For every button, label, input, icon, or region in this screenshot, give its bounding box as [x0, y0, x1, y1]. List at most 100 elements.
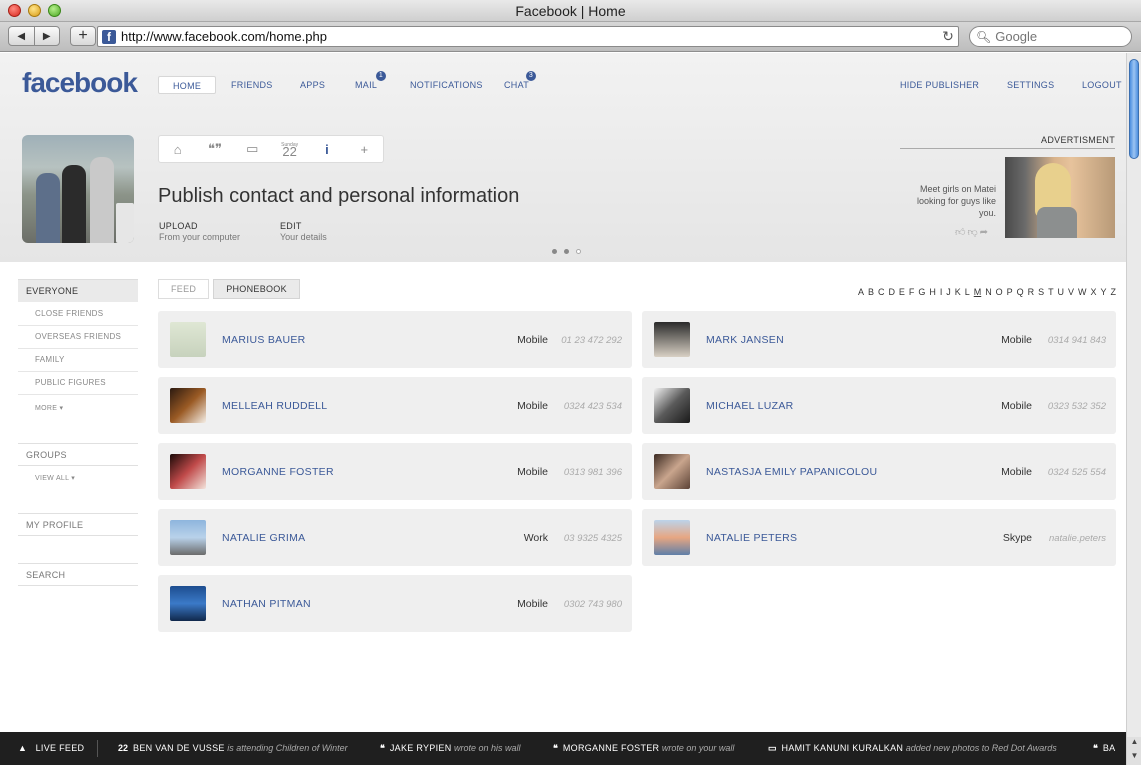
alphabet-letter[interactable]: W [1078, 287, 1087, 297]
groups-view-all-link[interactable]: VIEW ALL ▾ [18, 474, 138, 482]
sidebar-item-groups[interactable]: GROUPS [18, 443, 138, 466]
settings-link[interactable]: SETTINGS [1007, 80, 1054, 90]
alphabet-letter[interactable]: S [1038, 287, 1044, 297]
sidebar-more-link[interactable]: MORE ▾ [18, 404, 138, 412]
photo-icon[interactable]: ▭ [234, 136, 271, 162]
contact-card[interactable]: MICHAEL LUZAR Mobile 0323 532 352 [642, 377, 1116, 434]
ad-feedback-icons[interactable]: 👍︎👎︎➦ [955, 226, 990, 238]
live-feed-item[interactable]: 22 BEN VAN DE VUSSE is attending Children… [118, 743, 348, 753]
alphabet-letter[interactable]: V [1068, 287, 1074, 297]
scroll-up-arrow-icon[interactable]: ▲ [1127, 737, 1141, 751]
nav-friends[interactable]: FRIENDS [231, 76, 273, 94]
pager-dot[interactable] [564, 249, 569, 254]
contact-card[interactable]: NATHAN PITMAN Mobile 0302 743 980 [158, 575, 632, 632]
sidebar-item-close-friends[interactable]: CLOSE FRIENDS [18, 303, 138, 326]
alphabet-letter[interactable]: J [946, 287, 951, 297]
contact-name[interactable]: NATALIE GRIMA [222, 532, 305, 544]
alphabet-letter[interactable]: K [955, 287, 961, 297]
contact-name[interactable]: MORGANNE FOSTER [222, 466, 334, 478]
calendar-icon[interactable]: Sunday 22 [271, 136, 308, 162]
url-text[interactable]: http://www.facebook.com/home.php [121, 29, 938, 44]
plus-icon[interactable]: + [346, 136, 383, 162]
alphabet-letter[interactable]: M [974, 287, 982, 297]
live-feed-item[interactable]: ❝ MORGANNE FOSTER wrote on your wall [553, 743, 734, 754]
contact-name[interactable]: MICHAEL LUZAR [706, 400, 794, 412]
contact-card[interactable]: MARIUS BAUER Mobile 01 23 472 292 [158, 311, 632, 368]
scroll-down-arrow-icon[interactable]: ▼ [1127, 751, 1141, 765]
alphabet-letter[interactable]: H [929, 287, 936, 297]
sidebar-item-family[interactable]: FAMILY [18, 349, 138, 372]
contact-card[interactable]: NASTASJA EMILY PAPANICOLOU Mobile 0324 525… [642, 443, 1116, 500]
contact-card[interactable]: NATALIE GRIMA Work 03 9325 4325 [158, 509, 632, 566]
forward-button[interactable]: ▶ [35, 27, 60, 45]
pager-dot[interactable] [552, 249, 557, 254]
tab-phonebook[interactable]: PHONEBOOK [213, 279, 300, 299]
nav-apps[interactable]: APPS [300, 76, 325, 94]
alphabet-letter[interactable]: D [888, 287, 895, 297]
browser-search[interactable]: 🔍︎ [969, 26, 1132, 47]
alphabet-letter[interactable]: B [868, 287, 874, 297]
sidebar-item-search[interactable]: SEARCH [18, 563, 138, 586]
info-icon[interactable]: i [308, 136, 345, 162]
feed-item-name[interactable]: BEN VAN DE VUSSE [133, 743, 225, 753]
address-bar[interactable]: f http://www.facebook.com/home.php ↻ [97, 26, 959, 47]
logout-link[interactable]: LOGOUT [1082, 80, 1122, 90]
live-feed-item[interactable]: ▭ HAMIT KANUNI KURALKAN added new photos … [768, 743, 1057, 754]
feed-item-name[interactable]: HAMIT KANUNI KURALKAN [782, 743, 904, 753]
avatar[interactable] [170, 586, 206, 621]
upload-action[interactable]: UPLOAD From your computer [159, 221, 240, 243]
pager-dot[interactable] [576, 249, 581, 254]
contact-card[interactable]: MARK JANSEN Mobile 0314 941 843 [642, 311, 1116, 368]
nav-home[interactable]: HOME [158, 76, 217, 94]
scroll-thumb[interactable] [1129, 59, 1139, 159]
nav-notifications[interactable]: NOTIFICATIONS [410, 76, 483, 94]
thumbs-up-icon[interactable]: 👍︎ [955, 227, 967, 238]
avatar[interactable] [170, 520, 206, 555]
feed-item-name[interactable]: BA [1103, 743, 1116, 753]
quote-icon[interactable]: ❝❞ [196, 136, 233, 162]
alphabet-letter[interactable]: Q [1017, 287, 1024, 297]
sidebar-item-everyone[interactable]: EVERYONE [18, 279, 138, 302]
search-input[interactable] [995, 29, 1116, 44]
contact-card[interactable]: NATALIE PETERS Skype natalie.peters [642, 509, 1116, 566]
avatar[interactable] [170, 388, 206, 423]
sidebar-item-overseas-friends[interactable]: OVERSEAS FRIENDS [18, 326, 138, 349]
contact-name[interactable]: MARIUS BAUER [222, 334, 306, 346]
facebook-logo[interactable]: facebook [22, 67, 138, 99]
reload-icon[interactable]: ↻ [938, 28, 958, 45]
sidebar-item-my-profile[interactable]: MY PROFILE [18, 513, 138, 536]
alphabet-letter[interactable]: C [878, 287, 885, 297]
avatar[interactable] [170, 454, 206, 489]
alphabet-letter[interactable]: L [965, 287, 970, 297]
avatar[interactable] [654, 454, 690, 489]
alphabet-letter[interactable]: A [858, 287, 864, 297]
hide-publisher-link[interactable]: HIDE PUBLISHER [900, 80, 979, 90]
alphabet-letter[interactable]: G [918, 287, 925, 297]
nav-mail[interactable]: MAIL 1 [355, 71, 386, 94]
alphabet-letter[interactable]: P [1007, 287, 1013, 297]
live-feed-item[interactable]: ❝ BA [1093, 743, 1115, 754]
nav-chat[interactable]: CHAT 3 [504, 71, 536, 94]
avatar[interactable] [654, 322, 690, 357]
advertisement-text[interactable]: Meet girls on Matei looking for guys lik… [910, 183, 996, 219]
add-bookmark-button[interactable]: + [70, 26, 96, 46]
contact-name[interactable]: NATHAN PITMAN [222, 598, 311, 610]
page-scrollbar[interactable]: ▲ ▼ [1126, 53, 1141, 765]
contact-name[interactable]: MELLEAH RUDDELL [222, 400, 327, 412]
alphabet-letter[interactable]: Z [1110, 287, 1116, 297]
contact-card[interactable]: MORGANNE FOSTER Mobile 0313 981 396 [158, 443, 632, 500]
feed-item-name[interactable]: MORGANNE FOSTER [563, 743, 660, 753]
advertisement-image[interactable] [1005, 157, 1115, 238]
alphabet-letter[interactable]: U [1058, 287, 1065, 297]
edit-action[interactable]: EDIT Your details [280, 221, 327, 243]
contact-name[interactable]: NASTASJA EMILY PAPANICOLOU [706, 466, 877, 478]
alphabet-letter[interactable]: T [1048, 287, 1054, 297]
alphabet-letter[interactable]: E [899, 287, 905, 297]
profile-photo[interactable] [22, 135, 134, 243]
avatar[interactable] [654, 520, 690, 555]
sidebar-item-public-figures[interactable]: PUBLIC FIGURES [18, 372, 138, 395]
alphabet-letter[interactable]: F [909, 287, 915, 297]
alphabet-letter[interactable]: Y [1100, 287, 1106, 297]
live-feed-toggle[interactable]: ▲ LIVE FEED [18, 743, 84, 753]
avatar[interactable] [170, 322, 206, 357]
